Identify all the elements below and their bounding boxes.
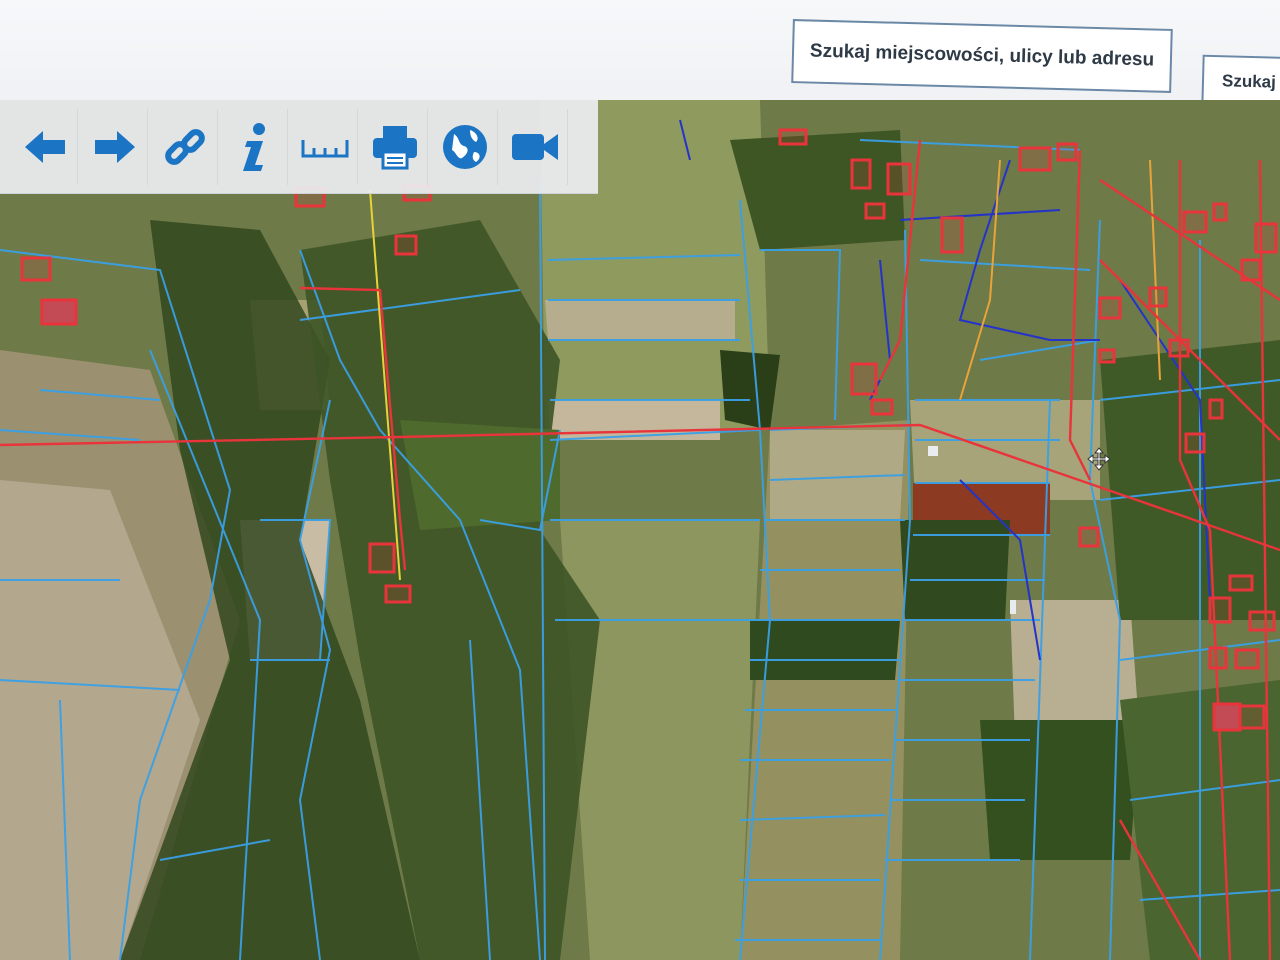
ruler-icon (301, 139, 348, 157)
map-toolbar (0, 100, 598, 194)
search-input[interactable]: Szukaj miejscowości, ulicy lub adresu (791, 19, 1173, 93)
arrow-left-icon (24, 130, 65, 163)
video-button[interactable] (502, 108, 568, 185)
print-icon (372, 125, 417, 169)
link-button[interactable] (152, 108, 218, 185)
measure-button[interactable] (292, 108, 358, 185)
info-button[interactable] (222, 108, 288, 185)
orthophoto-map (0, 100, 1280, 960)
link-icon (164, 128, 205, 165)
forward-button[interactable] (82, 108, 148, 185)
globe-icon (442, 124, 487, 169)
globe-button[interactable] (432, 108, 498, 185)
move-cursor-icon (1087, 447, 1111, 471)
arrow-right-icon (94, 130, 135, 163)
back-button[interactable] (12, 108, 78, 185)
video-camera-icon (511, 133, 558, 160)
print-button[interactable] (362, 108, 428, 185)
info-icon (242, 122, 265, 171)
map-canvas[interactable] (0, 100, 1280, 960)
